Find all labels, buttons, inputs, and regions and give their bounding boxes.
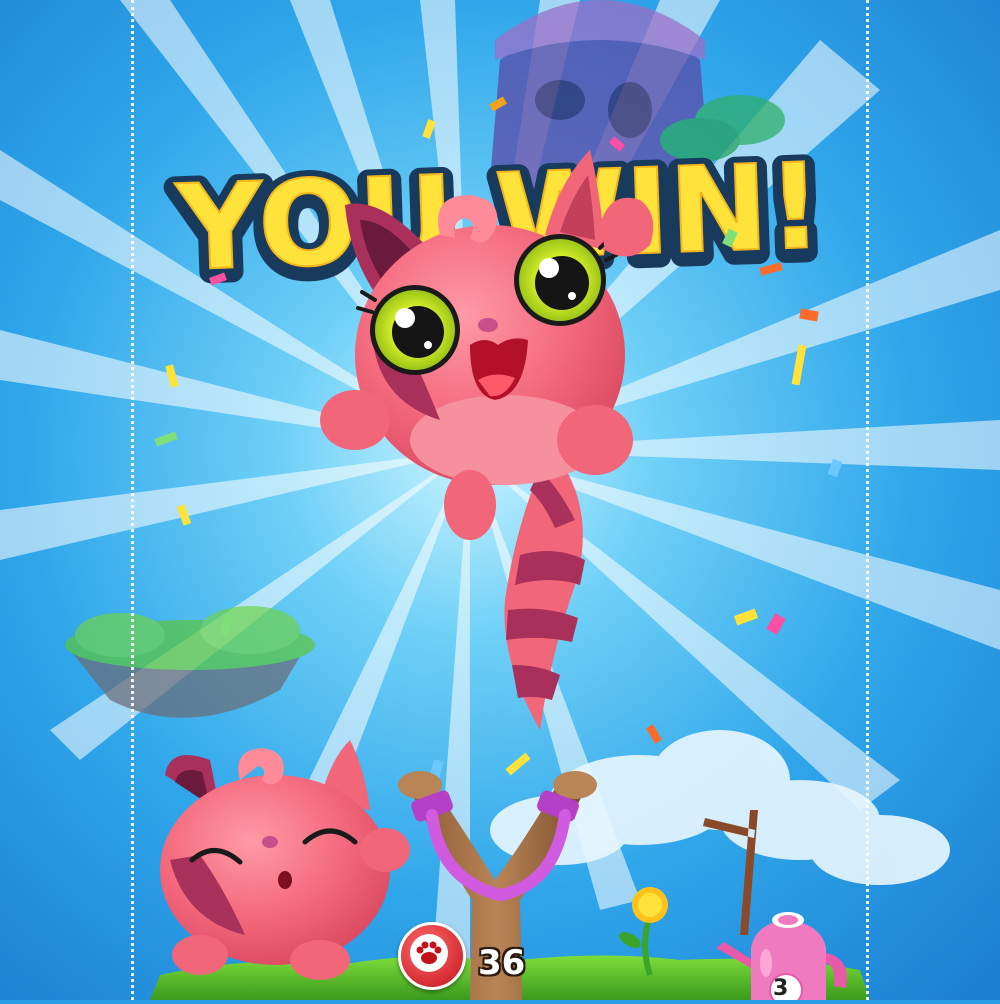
watering-can-button[interactable]: 3 — [706, 908, 856, 1004]
powerup-count-badge: 3 — [773, 976, 789, 1001]
paw-powerup-button[interactable] — [398, 922, 466, 990]
right-boundary-line — [866, 0, 869, 1000]
left-boundary-line — [131, 0, 134, 1000]
shots-remaining-counter: 36 — [478, 943, 526, 983]
paw-icon — [410, 934, 448, 972]
game-scene: YOU WIN! YOU WIN! — [0, 0, 1000, 1000]
